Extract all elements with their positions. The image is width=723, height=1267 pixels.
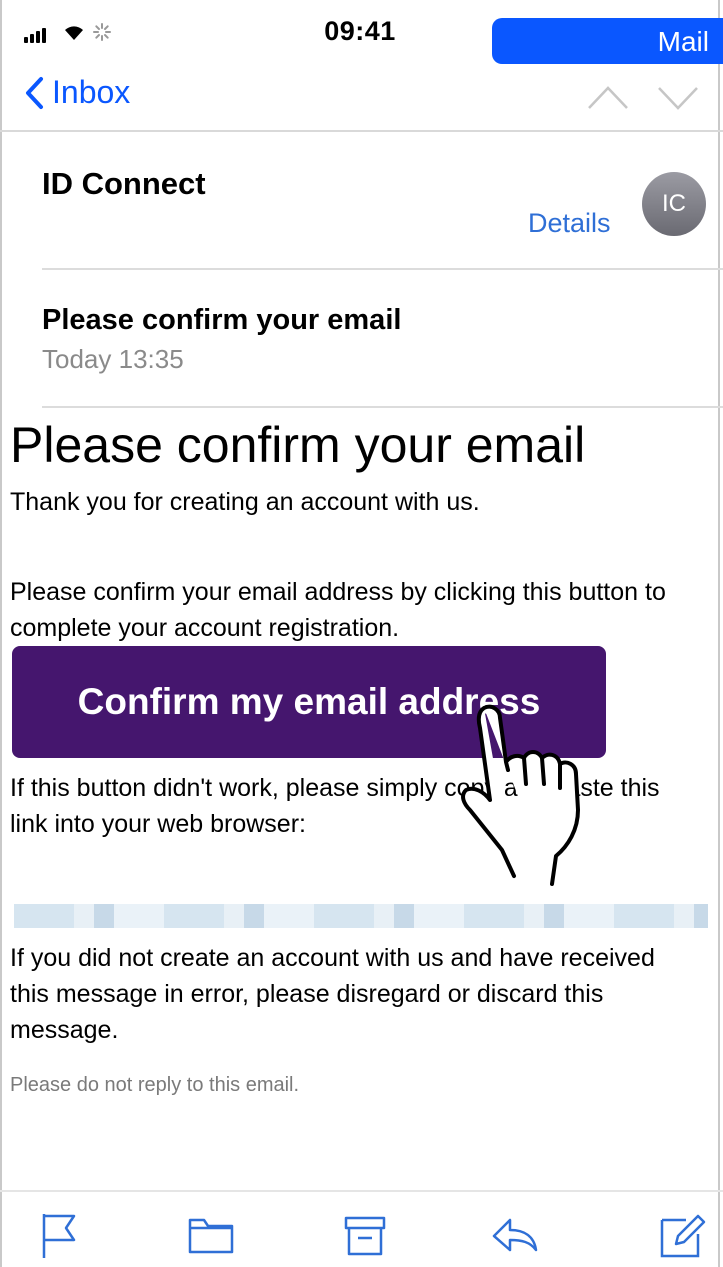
no-reply-note: Please do not reply to this email.	[10, 1074, 300, 1096]
bottom-toolbar	[0, 1190, 723, 1267]
email-body-title: Please confirm your email	[10, 417, 586, 473]
sender-name: ID Connect	[42, 166, 206, 201]
disclaimer-text: If you did not create an account with us…	[10, 944, 655, 1044]
back-label: Inbox	[52, 74, 131, 110]
chevron-left-icon	[26, 76, 43, 109]
email-subject: Please confirm your email	[42, 304, 402, 336]
header-divider	[42, 268, 723, 270]
back-to-inbox-button[interactable]: Inbox	[24, 74, 130, 111]
reply-icon[interactable]	[490, 1210, 540, 1260]
blurred-confirmation-link[interactable]	[14, 904, 708, 928]
status-time: 09:41	[324, 16, 396, 46]
details-link[interactable]: Details	[528, 208, 611, 239]
fallback-text: If this button didn't work, please simpl…	[10, 774, 660, 838]
signal-strength-icon	[24, 28, 46, 43]
folder-icon[interactable]	[186, 1210, 236, 1260]
email-instruction: Please confirm your email address by cli…	[10, 578, 666, 642]
chevron-up-icon[interactable]	[585, 76, 631, 116]
return-to-mail-indicator[interactable]: Mail	[492, 18, 723, 64]
pointing-hand-icon	[461, 704, 580, 886]
navigation-bar: Inbox	[0, 66, 723, 132]
chevron-down-icon[interactable]	[655, 76, 701, 116]
return-to-mail-label: Mail	[657, 26, 709, 57]
compose-icon[interactable]	[656, 1210, 706, 1260]
status-bar: 09:41 Mail	[0, 0, 723, 66]
message-navigation	[585, 76, 701, 116]
wifi-icon	[65, 26, 83, 40]
activity-spinner-icon	[93, 23, 111, 41]
email-date: Today 13:35	[42, 344, 184, 374]
email-intro: Thank you for creating an account with u…	[10, 488, 480, 516]
avatar: IC	[642, 172, 706, 236]
flag-icon[interactable]	[34, 1210, 84, 1260]
subject-divider	[42, 406, 723, 408]
archive-icon[interactable]	[340, 1210, 390, 1260]
